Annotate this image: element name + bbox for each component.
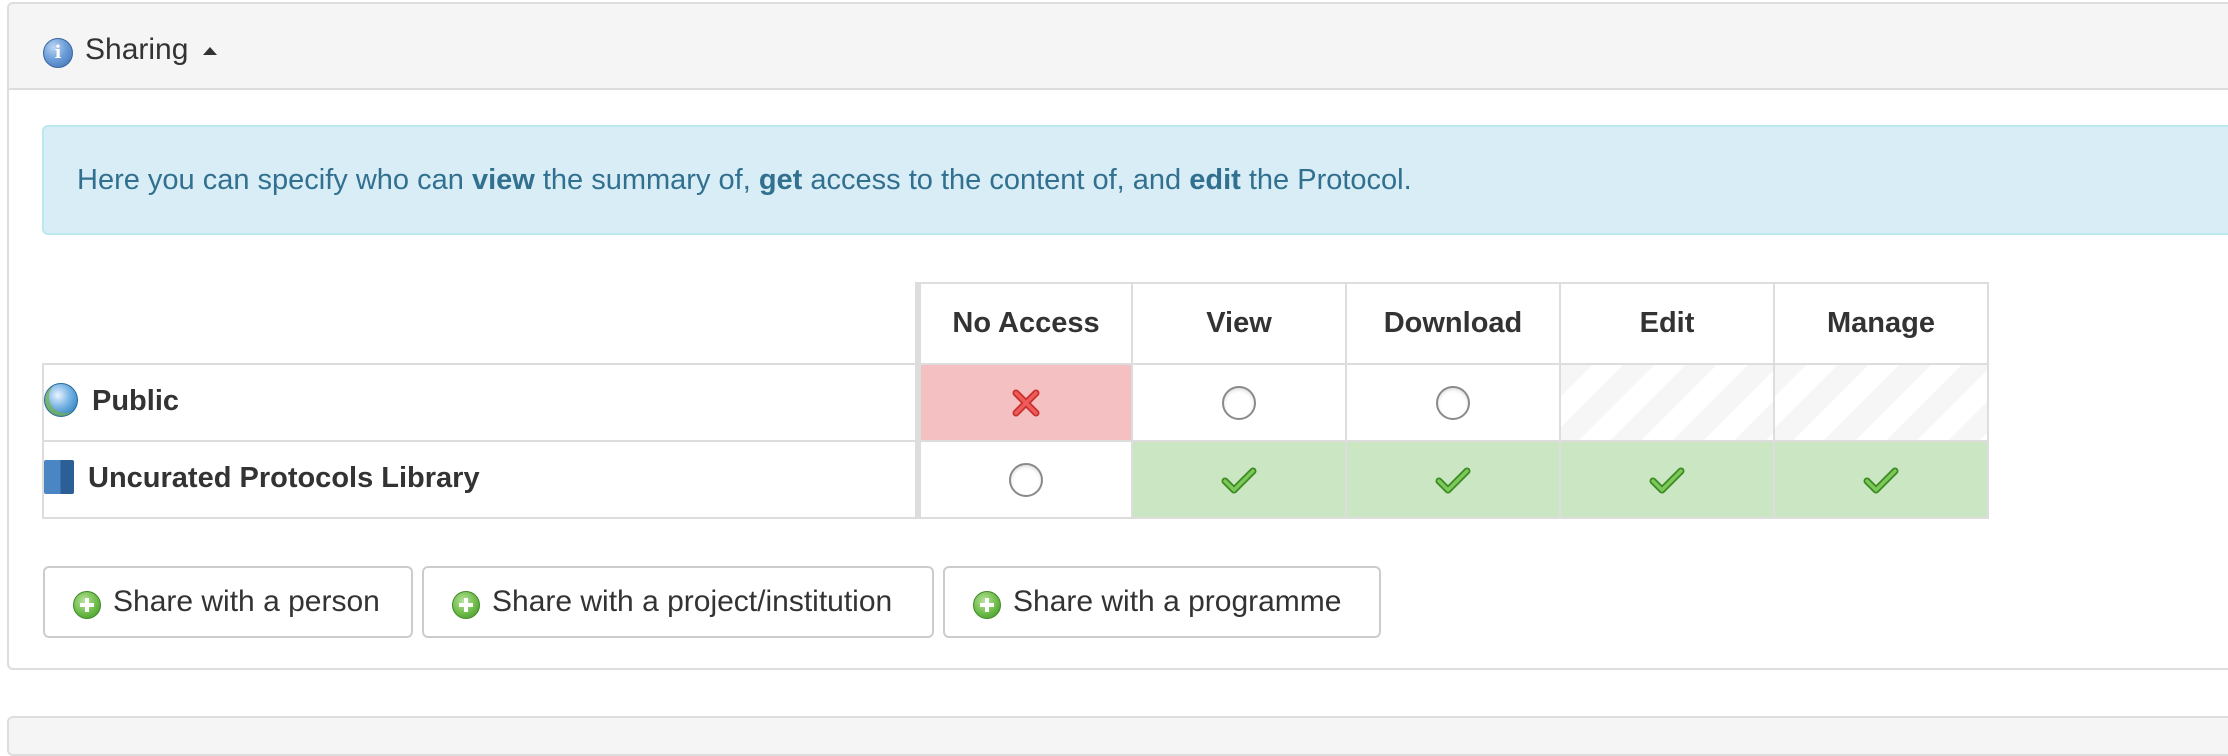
alert-text-1: Here you can specify who can — [77, 164, 472, 196]
share-with-project-button[interactable]: Share with a project/institution — [422, 566, 934, 638]
checkmark-icon — [1221, 467, 1257, 493]
share-with-person-label: Share with a person — [113, 585, 380, 618]
library-icon — [44, 459, 74, 494]
checkmark-icon — [1863, 467, 1899, 493]
share-with-programme-button[interactable]: Share with a programme — [943, 566, 1381, 638]
plus-icon — [452, 591, 480, 619]
header-corner — [43, 283, 919, 365]
info-icon: i — [43, 38, 73, 68]
plus-icon — [973, 591, 1001, 619]
library-no-access-cell[interactable] — [915, 440, 1133, 519]
alert-text-4: the Protocol. — [1240, 164, 1412, 196]
caret-up-icon[interactable] — [203, 47, 217, 55]
permission-row-public: Public — [42, 363, 1989, 442]
globe-icon — [44, 382, 78, 417]
checkmark-icon — [1649, 467, 1685, 493]
public-manage-cell-disabled — [1773, 363, 1989, 442]
row-label-public: Public — [92, 385, 180, 418]
row-name-public: Public — [42, 363, 919, 442]
permissions-header-row: No Access View Download Edit Manage — [43, 282, 1989, 365]
sharing-panel-heading[interactable]: i Sharing — [9, 4, 2228, 90]
col-header-edit: Edit — [1559, 282, 1775, 365]
alert-bold-get: get — [758, 164, 803, 196]
row-name-library: Uncurated Protocols Library — [42, 440, 919, 519]
public-no-access-cell[interactable] — [915, 363, 1133, 442]
col-header-download: Download — [1345, 282, 1561, 365]
public-view-cell[interactable] — [1131, 363, 1347, 442]
public-download-radio[interactable] — [1436, 385, 1470, 420]
alert-bold-view: view — [471, 164, 535, 196]
library-download-cell[interactable] — [1345, 440, 1561, 519]
panel-title[interactable]: Sharing — [85, 32, 188, 68]
checkmark-icon — [1435, 467, 1471, 493]
share-with-programme-label: Share with a programme — [1013, 585, 1342, 618]
col-header-manage: Manage — [1773, 282, 1989, 365]
public-edit-cell-disabled — [1559, 363, 1775, 442]
share-with-project-label: Share with a project/institution — [492, 585, 893, 618]
next-panel-edge — [7, 716, 2228, 756]
permissions-table: No Access View Download Edit Manage Publ… — [42, 282, 1989, 519]
x-mark-icon — [1012, 389, 1040, 416]
plus-icon — [73, 591, 101, 619]
col-header-no-access: No Access — [915, 282, 1133, 365]
sharing-info-alert: Here you can specify who can view the su… — [42, 125, 2228, 235]
sharing-panel: i Sharing Here you can specify who can v… — [7, 2, 2228, 670]
library-manage-cell[interactable] — [1773, 440, 1989, 519]
col-header-view: View — [1131, 282, 1347, 365]
alert-text-2: the summary of, — [534, 164, 759, 196]
alert-text-3: access to the content of, and — [802, 164, 1190, 196]
public-download-cell[interactable] — [1345, 363, 1561, 442]
library-view-cell[interactable] — [1131, 440, 1347, 519]
row-label-library: Uncurated Protocols Library — [88, 462, 480, 495]
alert-bold-edit: edit — [1189, 164, 1241, 196]
library-no-access-radio[interactable] — [1009, 462, 1043, 497]
public-view-radio[interactable] — [1222, 385, 1256, 420]
share-with-person-button[interactable]: Share with a person — [43, 566, 413, 638]
permission-row-library: Uncurated Protocols Library — [42, 440, 1989, 519]
library-edit-cell[interactable] — [1559, 440, 1775, 519]
